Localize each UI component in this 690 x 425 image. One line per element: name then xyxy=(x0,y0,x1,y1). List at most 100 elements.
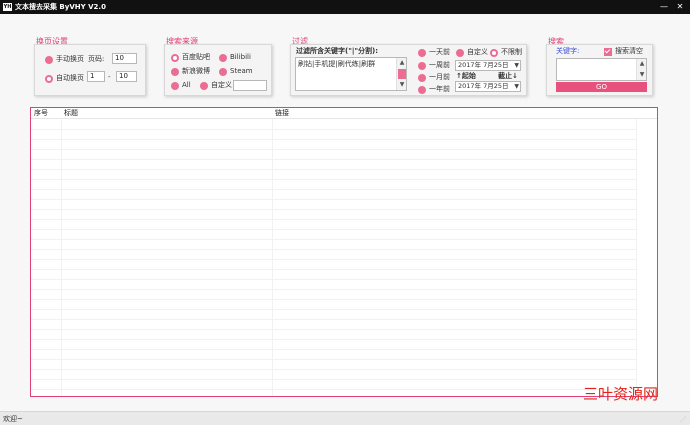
row-gridline xyxy=(31,139,636,140)
row-gridline xyxy=(31,259,636,260)
row-gridline xyxy=(31,339,636,340)
list-header: 序号 标题 链接 xyxy=(31,108,657,119)
radio-checked-icon xyxy=(490,48,498,57)
arrow-down-icon: ↓ xyxy=(512,72,518,80)
radio-icon xyxy=(418,85,426,94)
radio-icon xyxy=(171,67,179,76)
search-scrollbar[interactable]: ▲ ▼ xyxy=(636,59,646,80)
radio-icon xyxy=(219,53,227,62)
row-gridline xyxy=(31,149,636,150)
row-gridline xyxy=(31,179,636,180)
radio-icon xyxy=(418,61,426,70)
row-gridline xyxy=(31,219,636,220)
source-option-bilibili[interactable]: Bilibili xyxy=(219,53,251,62)
radio-icon xyxy=(200,81,208,90)
row-gridline xyxy=(31,129,636,130)
radio-icon xyxy=(171,81,179,90)
end-label: 截止↓ xyxy=(498,72,518,80)
column-header-title[interactable]: 标题 xyxy=(64,109,78,118)
scroll-down-icon[interactable]: ▼ xyxy=(398,81,406,89)
radio-icon xyxy=(456,48,464,57)
range-dash: - xyxy=(108,73,111,81)
row-gridline xyxy=(31,299,636,300)
manual-paging-option[interactable]: 手动换页 xyxy=(45,55,84,64)
chevron-down-icon: ▼ xyxy=(514,62,519,69)
status-bar: 欢迎~ ⋰ xyxy=(0,411,690,425)
row-gridline xyxy=(31,349,636,350)
clear-search-checkbox[interactable]: 搜索清空 xyxy=(604,47,643,56)
watermark: 三叶资源网 xyxy=(583,385,659,403)
results-list[interactable]: 序号 标题 链接 xyxy=(30,107,658,397)
resize-grip-icon[interactable]: ⋰ xyxy=(680,416,688,424)
start-label: ↑起始 xyxy=(456,72,476,80)
source-option-steam[interactable]: Steam xyxy=(219,67,253,76)
window-title: 文本搜去采集 ByVHY V2.0 xyxy=(15,3,106,11)
column-header-index[interactable]: 序号 xyxy=(34,109,48,118)
checkbox-checked-icon xyxy=(604,47,612,56)
radio-icon xyxy=(418,48,426,57)
radio-icon xyxy=(45,55,53,64)
column-separator xyxy=(272,119,273,396)
page-to-input[interactable]: 10 xyxy=(116,71,137,82)
minimize-button[interactable]: — xyxy=(658,1,670,12)
row-gridline xyxy=(31,159,636,160)
row-gridline xyxy=(31,279,636,280)
source-option-custom[interactable]: 自定义 xyxy=(200,81,232,90)
page-input[interactable]: 10 xyxy=(112,53,137,64)
custom-source-input[interactable] xyxy=(233,80,267,91)
row-gridline xyxy=(31,199,636,200)
title-bar: YH 文本搜去采集 ByVHY V2.0 — ✕ xyxy=(0,0,690,14)
row-gridline xyxy=(31,239,636,240)
paging-panel xyxy=(34,44,146,96)
page-label: 页码: xyxy=(88,55,105,63)
scroll-up-icon[interactable]: ▲ xyxy=(638,60,646,68)
time-option-month[interactable]: 一月前 xyxy=(418,73,450,82)
filter-keywords-label: 过滤所含关键字("|"分割): xyxy=(296,47,379,55)
row-gridline xyxy=(31,209,636,210)
time-option-unlimited[interactable]: 不限制 xyxy=(490,48,522,57)
scroll-up-icon[interactable]: ▲ xyxy=(398,59,406,67)
row-gridline xyxy=(31,169,636,170)
app-icon: YH xyxy=(3,3,12,11)
time-option-day[interactable]: 一天前 xyxy=(418,48,450,57)
close-button[interactable]: ✕ xyxy=(674,1,686,12)
chevron-down-icon: ▼ xyxy=(514,83,519,90)
row-gridline xyxy=(31,329,636,330)
row-gridline xyxy=(31,359,636,360)
row-gridline xyxy=(31,289,636,290)
filter-scrollbar[interactable]: ▲ ▼ xyxy=(396,58,406,90)
radio-checked-icon xyxy=(171,53,179,62)
radio-icon xyxy=(219,67,227,76)
row-gridline xyxy=(31,389,636,390)
time-option-year[interactable]: 一年前 xyxy=(418,85,450,94)
scroll-down-icon[interactable]: ▼ xyxy=(638,71,646,79)
go-button[interactable]: GO xyxy=(556,82,647,92)
column-separator xyxy=(636,119,637,396)
row-gridline xyxy=(31,269,636,270)
time-option-custom[interactable]: 自定义 xyxy=(456,48,488,57)
row-gridline xyxy=(31,369,636,370)
start-date-picker[interactable]: 2017年 7月25日 ▼ xyxy=(455,60,521,71)
filter-keywords-value: 刷钻|手机提|刷代练|刷群 xyxy=(298,60,376,68)
row-gridline xyxy=(31,309,636,310)
scroll-thumb[interactable] xyxy=(398,69,406,79)
status-text: 欢迎~ xyxy=(3,415,23,423)
source-option-weibo[interactable]: 新浪微博 xyxy=(171,67,210,76)
source-option-all[interactable]: All xyxy=(171,81,191,90)
source-option-tieba[interactable]: 百度贴吧 xyxy=(171,53,210,62)
time-option-week[interactable]: 一周前 xyxy=(418,61,450,70)
radio-checked-icon xyxy=(45,74,53,83)
radio-icon xyxy=(418,73,426,82)
column-separator xyxy=(61,119,62,396)
row-gridline xyxy=(31,319,636,320)
column-header-link[interactable]: 链接 xyxy=(275,109,289,118)
auto-paging-option[interactable]: 自动换页 xyxy=(45,74,84,83)
row-gridline xyxy=(31,249,636,250)
search-keyword-input[interactable]: ▲ ▼ xyxy=(556,58,647,81)
end-date-picker[interactable]: 2017年 7月25日 ▼ xyxy=(455,81,521,92)
keyword-label: 关键字: xyxy=(556,47,580,55)
filter-keywords-textarea[interactable]: 刷钻|手机提|刷代练|刷群 ▲ ▼ xyxy=(295,57,407,91)
row-gridline xyxy=(31,229,636,230)
page-from-input[interactable]: 1 xyxy=(87,71,105,82)
row-gridline xyxy=(31,379,636,380)
